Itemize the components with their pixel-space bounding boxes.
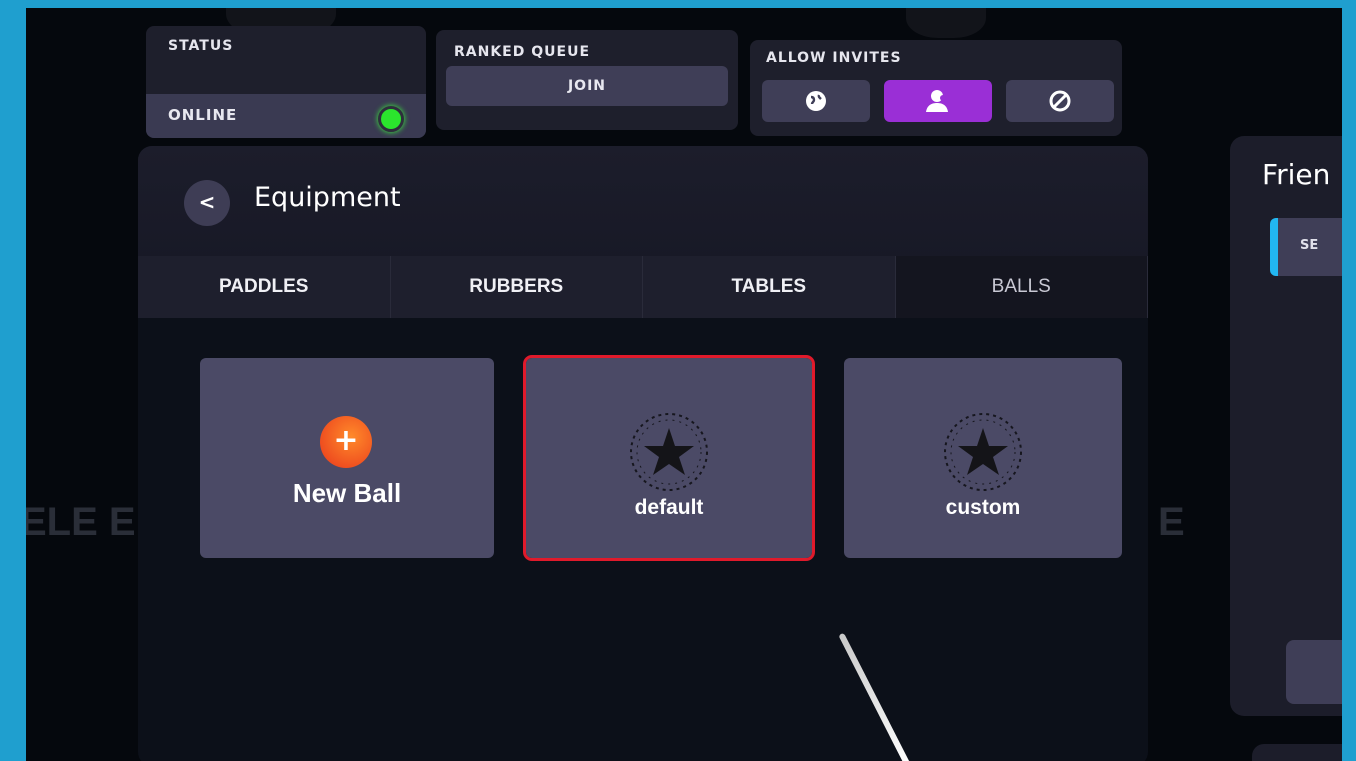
friends-panel: Frien SE (1230, 136, 1342, 716)
status-dropdown[interactable]: ONLINE (146, 94, 426, 138)
background-shape (906, 8, 986, 38)
ball-label: custom (945, 496, 1021, 519)
allow-invites-title: ALLOW INVITES (766, 50, 902, 66)
ball-label: default (634, 496, 704, 519)
equipment-panel: < Equipment PADDLES RUBBERS TABLES BALLS… (138, 146, 1148, 761)
ranked-queue-panel: RANKED QUEUE JOIN (436, 30, 738, 130)
equipment-tabs: PADDLES RUBBERS TABLES BALLS (138, 256, 1148, 318)
star-logo-icon (944, 413, 1022, 491)
back-button[interactable]: < (184, 180, 230, 226)
vr-scene: ELE E E STATUS ONLINE RANKED QUEUE JOIN … (26, 8, 1342, 761)
globe-icon (806, 91, 826, 111)
tab-balls[interactable]: BALLS (895, 256, 1148, 318)
tab-tables[interactable]: TABLES (643, 256, 896, 318)
status-value: ONLINE (168, 106, 238, 124)
friends-icon (926, 90, 948, 112)
secondary-panel (1252, 744, 1342, 761)
ranked-queue-title: RANKED QUEUE (454, 44, 591, 60)
join-button[interactable]: JOIN (446, 66, 728, 106)
status-title: STATUS (168, 38, 234, 54)
invite-friends-button[interactable] (884, 80, 992, 122)
page-title: Equipment (254, 182, 401, 213)
new-ball-card[interactable]: + New Ball (200, 358, 494, 558)
background-text-left: ELE E (26, 500, 136, 544)
block-icon (1049, 90, 1071, 112)
background-text-right: E (1158, 500, 1185, 544)
invite-everyone-button[interactable] (762, 80, 870, 122)
online-indicator (378, 106, 404, 132)
allow-invites-panel: ALLOW INVITES (750, 40, 1122, 136)
friends-action-button[interactable] (1286, 640, 1342, 704)
ball-card-default[interactable]: default (523, 355, 815, 561)
friends-search-button[interactable]: SE (1270, 218, 1342, 276)
ball-card-custom[interactable]: custom (844, 358, 1122, 558)
friends-title: Frien (1262, 158, 1331, 191)
friends-search-label: SE (1300, 238, 1319, 253)
status-panel: STATUS ONLINE (146, 26, 426, 138)
tab-paddles[interactable]: PADDLES (138, 256, 391, 318)
invite-nobody-button[interactable] (1006, 80, 1114, 122)
equipment-header: < Equipment PADDLES RUBBERS TABLES BALLS (138, 146, 1148, 318)
new-ball-label: New Ball (292, 478, 402, 508)
add-icon: + (320, 416, 372, 468)
chevron-left-icon: < (198, 190, 216, 214)
star-logo-icon (630, 413, 708, 491)
tab-rubbers[interactable]: RUBBERS (390, 256, 643, 318)
